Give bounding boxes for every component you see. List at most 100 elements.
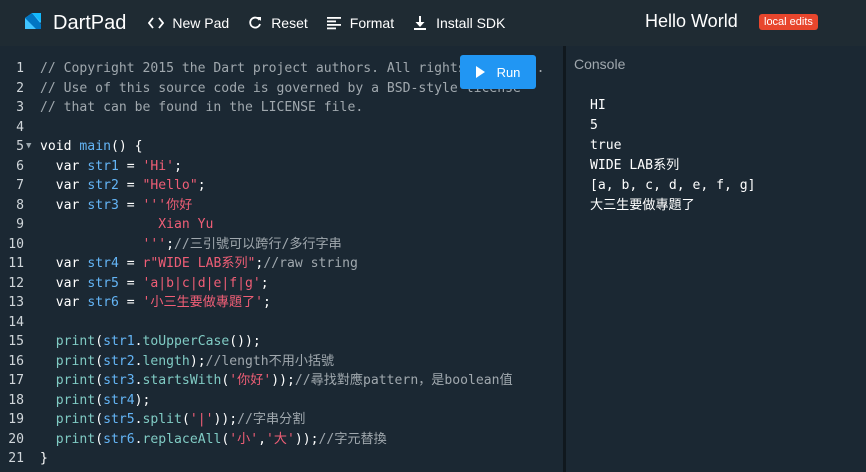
code-text: var str3 = '''你好	[40, 196, 193, 216]
code-token: ;	[260, 275, 269, 291]
code-token: toUpperCase	[142, 334, 230, 349]
code-token: print	[40, 353, 96, 369]
line-number: 19	[8, 412, 24, 427]
code-token: str3	[87, 197, 119, 213]
code-token: // Use of this source code is governed b…	[40, 80, 521, 96]
toolbar: New Pad Reset Format Install SDK	[148, 15, 523, 31]
code-line[interactable]: 5 ▼ void main() {	[0, 137, 563, 157]
code-line[interactable]: 13 var str6 = '小三生要做專題了';	[0, 293, 563, 313]
line-number: 18	[8, 392, 24, 408]
code-token: print	[40, 334, 96, 349]
code-token: (	[95, 412, 104, 427]
pad-title[interactable]: Hello World	[645, 11, 738, 32]
code-line[interactable]: 12 var str5 = 'a|b|c|d|e|f|g';	[0, 274, 563, 294]
code-text: print(str1.toUpperCase());	[40, 332, 261, 352]
code-token: '''你好	[142, 197, 193, 213]
code-token: length	[142, 353, 190, 369]
code-token: =	[118, 158, 143, 174]
code-line[interactable]: 10 ''';//三引號可以跨行/多行字串	[0, 235, 563, 255]
fold-arrow-icon[interactable]: ▼	[26, 137, 31, 157]
code-text: var str2 = "Hello";	[40, 176, 206, 196]
console-line: WIDE LAB系列	[590, 158, 680, 173]
code-token: str5	[87, 275, 119, 291]
code-line[interactable]: 21}	[0, 449, 563, 469]
line-number: 4	[16, 119, 24, 135]
code-line[interactable]: 17 print(str3.startsWith('你好'));//尋找對應pa…	[0, 371, 563, 391]
code-token: str4	[103, 392, 135, 408]
dart-logo-icon	[25, 13, 41, 29]
code-token: );	[189, 353, 206, 369]
code-text: print(str4);	[40, 391, 151, 411]
code-token: var	[40, 256, 88, 271]
new-pad-button[interactable]: New Pad	[148, 15, 229, 31]
download-icon	[412, 15, 428, 31]
code-token: '小'	[229, 431, 259, 447]
code-line[interactable]: 4	[0, 118, 563, 138]
code-token: (	[95, 353, 104, 369]
code-token: '大'	[266, 431, 295, 447]
format-button[interactable]: Format	[326, 15, 394, 31]
code-token: //length不用小括號	[205, 353, 335, 369]
install-sdk-button[interactable]: Install SDK	[412, 15, 505, 31]
code-token: =	[118, 295, 143, 310]
code-token: str4	[87, 256, 119, 271]
line-number: 13	[8, 295, 24, 310]
reset-button[interactable]: Reset	[247, 15, 308, 31]
code-text: var str5 = 'a|b|c|d|e|f|g';	[40, 274, 269, 294]
code-text: ''';//三引號可以跨行/多行字串	[40, 235, 341, 255]
code-token: replaceAll	[142, 431, 222, 447]
code-token: (	[95, 392, 104, 408]
line-number: 15	[8, 334, 24, 349]
install-sdk-label: Install SDK	[436, 15, 506, 31]
code-line[interactable]: 15 print(str1.toUpperCase());	[0, 332, 563, 352]
code-token: (	[95, 334, 104, 349]
code-token: (	[181, 412, 190, 427]
code-line[interactable]: 7 var str2 = "Hello";	[0, 176, 563, 196]
code-line[interactable]: 3 // that can be found in the LICENSE fil…	[0, 98, 563, 118]
code-token: //字元替換	[318, 431, 387, 447]
console-panel: Console HI 5 true WIDE LAB系列 [a, b, c, d, e,…	[566, 46, 866, 472]
code-token: void	[40, 139, 80, 154]
top-bar: DartPad New Pad Reset Format Install SDK	[0, 0, 866, 46]
code-line[interactable]: 16 print(str2.length);//length不用小括號	[0, 352, 563, 372]
code-text: print(str5.split('|'));//字串分割	[40, 410, 306, 430]
code-token: "Hello"	[142, 178, 198, 193]
app-logo[interactable]: DartPad	[21, 11, 126, 35]
console-line: [a, b, c, d, e, f, g]	[590, 178, 756, 193]
format-label: Format	[349, 15, 395, 31]
code-token: () {	[110, 139, 143, 154]
code-token: print	[40, 431, 96, 447]
line-number: 10	[8, 236, 24, 252]
code-token: .	[134, 373, 143, 388]
code-token: //尋找對應pattern，是boolean值	[294, 373, 513, 388]
code-token: ());	[229, 334, 261, 349]
code-editor[interactable]: 1// Copyright 2015 the Dart project auth…	[0, 46, 563, 472]
code-token: (	[95, 431, 104, 447]
code-line[interactable]: 14	[0, 313, 563, 333]
code-line[interactable]: 11 var str4 = r"WIDE LAB系列";//raw string	[0, 254, 563, 274]
code-token: str2	[87, 178, 119, 193]
line-number: 7	[16, 178, 24, 193]
console-line: 大三生要做專題了	[590, 198, 695, 213]
console-output: HI 5 true WIDE LAB系列 [a, b, c, d, e, f, g] 大三…	[590, 96, 756, 216]
line-number: 8	[16, 197, 24, 213]
code-token: //字串分割	[237, 412, 306, 427]
run-button[interactable]: Run	[460, 55, 536, 89]
console-line: true	[590, 138, 622, 153]
code-line[interactable]: 6 var str1 = 'Hi';	[0, 157, 563, 177]
code-line[interactable]: 20 print(str6.replaceAll('小','大'));//字元替…	[0, 430, 563, 450]
line-number: 12	[8, 275, 24, 291]
code-line[interactable]: 9 Xian Yu	[0, 215, 563, 235]
code-text: }	[40, 449, 48, 469]
code-line[interactable]: 18 print(str4);	[0, 391, 563, 411]
play-icon	[475, 66, 485, 78]
code-line[interactable]: 8 var str3 = '''你好	[0, 196, 563, 216]
code-token: ,	[258, 431, 267, 447]
code-token: split	[142, 412, 182, 427]
code-text: print(str2.length);//length不用小括號	[40, 352, 334, 372]
code-token: =	[118, 178, 143, 193]
code-token: .	[134, 412, 143, 427]
code-line[interactable]: 19 print(str5.split('|'));//字串分割	[0, 410, 563, 430]
code-token: main	[79, 139, 111, 154]
code-token: str2	[103, 353, 135, 369]
